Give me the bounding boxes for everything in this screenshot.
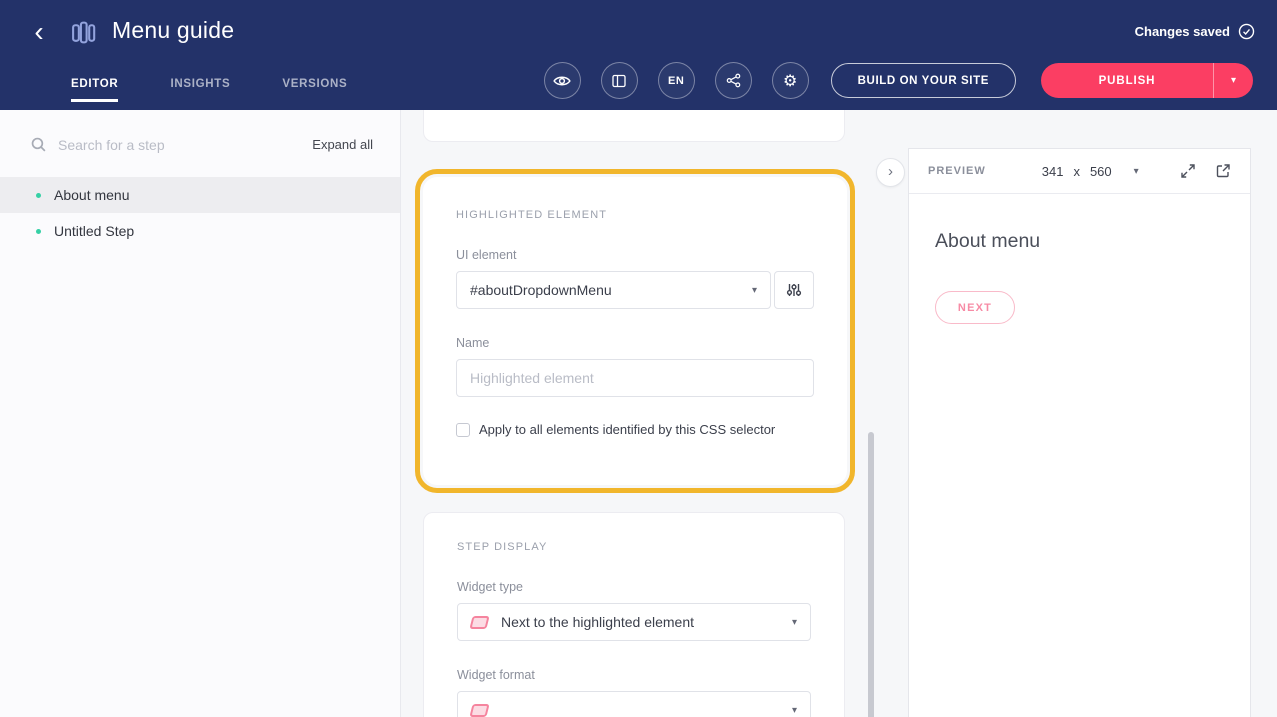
- widget-type-label: Widget type: [457, 580, 811, 594]
- share-icon: [726, 73, 741, 88]
- step-item-untitled[interactable]: Untitled Step: [0, 213, 400, 249]
- save-status-label: Changes saved: [1135, 24, 1230, 39]
- preview-panel: PREVIEW 341 x 560 ▾: [908, 148, 1251, 717]
- widget-tooltip-icon: [469, 616, 489, 629]
- preview-size-select[interactable]: 341 x 560 ▾: [1042, 164, 1139, 179]
- tab-editor[interactable]: EDITOR: [71, 78, 118, 102]
- widget-format-row: ▾: [457, 691, 811, 717]
- check-circle-icon: [1238, 23, 1255, 40]
- tab-insights[interactable]: INSIGHTS: [170, 78, 230, 102]
- preview-width-value: 341: [1042, 164, 1064, 179]
- language-button[interactable]: EN: [658, 62, 695, 99]
- layout-columns-icon: [611, 73, 627, 89]
- ui-element-select[interactable]: #aboutDropdownMenu ▾: [456, 271, 771, 309]
- editor-scrollbar[interactable]: [868, 432, 874, 717]
- apply-all-checkbox[interactable]: [456, 423, 470, 437]
- widget-format-select[interactable]: ▾: [457, 691, 811, 717]
- widget-format-label: Widget format: [457, 668, 811, 682]
- chevron-down-icon: ▾: [752, 285, 757, 296]
- settings-button[interactable]: ⚙: [772, 62, 809, 99]
- step-status-dot: [36, 193, 41, 198]
- chevron-down-icon: ▾: [792, 705, 797, 716]
- step-label: Untitled Step: [54, 223, 134, 239]
- search-icon: [30, 136, 47, 153]
- selector-settings-button[interactable]: [774, 271, 814, 309]
- preview-body: About menu NEXT: [909, 194, 1250, 348]
- chevron-down-icon: ▾: [792, 617, 797, 628]
- preview-height-value: 560: [1090, 164, 1112, 179]
- next-button[interactable]: NEXT: [935, 291, 1015, 324]
- chevron-down-icon: ▾: [1134, 166, 1139, 177]
- preview-label: PREVIEW: [928, 165, 986, 177]
- build-on-your-site-button[interactable]: BUILD ON YOUR SITE: [831, 63, 1016, 98]
- collapse-preview-button[interactable]: ›: [876, 158, 905, 187]
- preview-header: PREVIEW 341 x 560 ▾: [909, 149, 1250, 194]
- expand-icon: [1180, 163, 1196, 179]
- editor-tabs: EDITOR INSIGHTS VERSIONS: [71, 78, 347, 102]
- chevron-down-icon: ▾: [1231, 75, 1236, 86]
- widget-format-icon: [469, 704, 489, 717]
- highlighted-element-card: HIGHLIGHTED ELEMENT UI element #aboutDro…: [423, 177, 847, 485]
- tab-versions[interactable]: VERSIONS: [282, 78, 347, 102]
- apply-all-row: Apply to all elements identified by this…: [456, 422, 814, 437]
- search-step-input[interactable]: [58, 137, 301, 153]
- preview-step-heading: About menu: [935, 230, 1224, 253]
- save-status: Changes saved: [1135, 23, 1255, 40]
- widget-type-row: Next to the highlighted element ▾: [457, 603, 811, 641]
- open-in-new-tab-button[interactable]: [1215, 163, 1231, 179]
- step-list: About menu Untitled Step: [0, 177, 400, 249]
- top-bar: ‹ Menu guide Changes saved EDITOR INSIGH…: [0, 0, 1277, 110]
- share-button[interactable]: [715, 62, 752, 99]
- widget-type-select[interactable]: Next to the highlighted element ▾: [457, 603, 811, 641]
- back-button[interactable]: ‹: [24, 16, 54, 50]
- gear-icon: ⚙: [783, 73, 797, 89]
- language-code: EN: [668, 75, 684, 87]
- sliders-icon: [786, 282, 802, 298]
- preview-eye-button[interactable]: [544, 62, 581, 99]
- app-root: ‹ Menu guide Changes saved EDITOR INSIGH…: [0, 0, 1277, 717]
- publish-dropdown-button[interactable]: ▾: [1213, 63, 1253, 98]
- eye-icon: [553, 74, 571, 88]
- topbar-controls: EN ⚙ BUILD ON YOUR SITE PUBLISH: [544, 62, 1253, 99]
- step-search-row: Expand all: [0, 110, 400, 167]
- widget-type-value: Next to the highlighted element: [501, 614, 694, 630]
- guide-logo-icon: [70, 19, 97, 46]
- expand-all-link[interactable]: Expand all: [312, 137, 373, 152]
- name-label: Name: [456, 336, 814, 350]
- step-editor-panel: HIGHLIGHTED ELEMENT UI element #aboutDro…: [402, 110, 905, 717]
- preview-actions: [1180, 163, 1231, 179]
- ui-element-row: #aboutDropdownMenu ▾: [456, 271, 814, 309]
- publish-split-button: PUBLISH ▾: [1041, 63, 1253, 98]
- size-separator: x: [1073, 164, 1080, 179]
- fullscreen-button[interactable]: [1180, 163, 1196, 179]
- step-status-dot: [36, 229, 41, 234]
- steps-sidebar: Expand all About menu Untitled Step: [0, 110, 401, 717]
- step-label: About menu: [54, 187, 130, 203]
- step-display-card: STEP DISPLAY Widget type Next to the hig…: [423, 512, 845, 717]
- layout-button[interactable]: [601, 62, 638, 99]
- external-link-icon: [1215, 163, 1231, 179]
- section-title: STEP DISPLAY: [457, 541, 811, 553]
- section-title: HIGHLIGHTED ELEMENT: [456, 209, 814, 221]
- step-item-about-menu[interactable]: About menu: [0, 177, 400, 213]
- previous-settings-card: [423, 110, 845, 142]
- ui-element-label: UI element: [456, 248, 814, 262]
- ui-element-value: #aboutDropdownMenu: [470, 282, 612, 298]
- highlighted-element-ring: HIGHLIGHTED ELEMENT UI element #aboutDro…: [415, 169, 855, 493]
- publish-button[interactable]: PUBLISH: [1041, 63, 1213, 98]
- element-name-input[interactable]: [456, 359, 814, 397]
- apply-all-label: Apply to all elements identified by this…: [479, 422, 775, 437]
- page-title: Menu guide: [112, 17, 234, 44]
